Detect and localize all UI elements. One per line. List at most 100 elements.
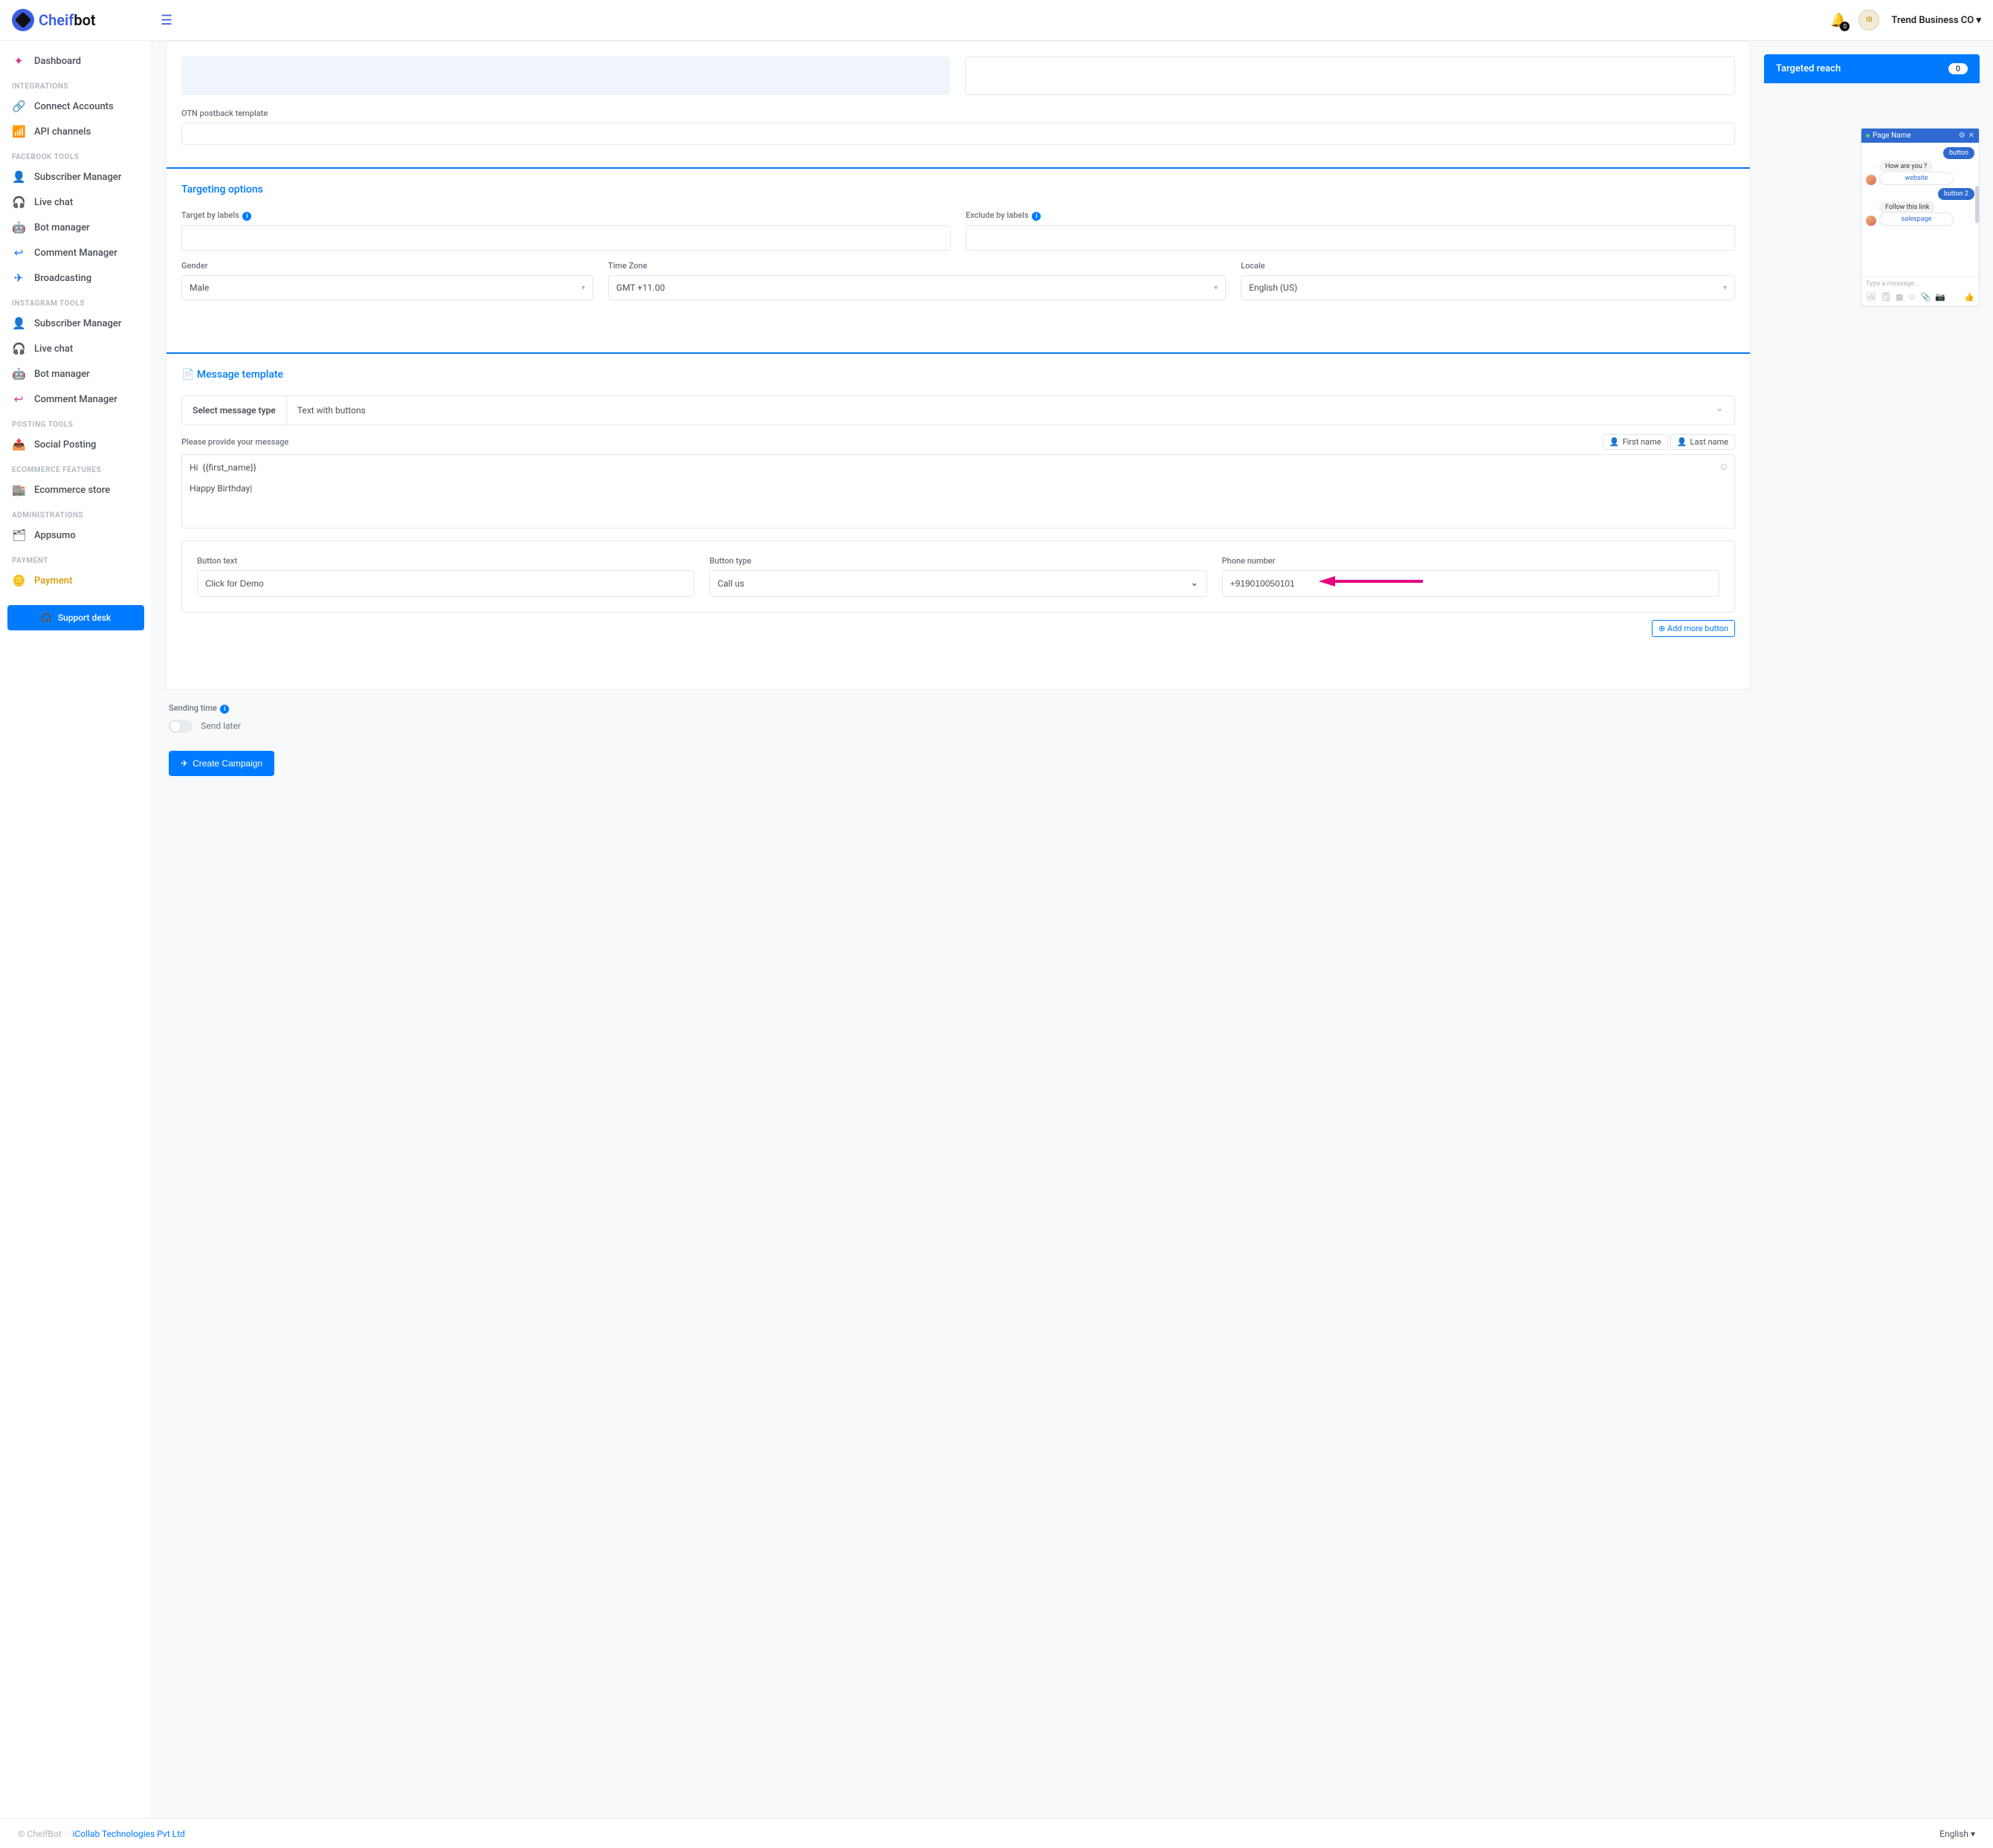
sidebar-item-label: Payment xyxy=(34,575,72,587)
sidebar-item-dashboard[interactable]: ✦Dashboard xyxy=(0,48,152,74)
sidebar-item-ig-comment[interactable]: ↩Comment Manager xyxy=(0,387,152,412)
sticker-icon[interactable]: 🗒 xyxy=(1881,292,1891,302)
attachment-icon[interactable]: 📎 xyxy=(1921,292,1931,302)
sidebar-item-connect-accounts[interactable]: 🔗 Connect Accounts xyxy=(0,94,152,119)
locale-value: English (US) xyxy=(1249,282,1297,293)
share-icon: 📤 xyxy=(12,438,25,451)
timezone-value: GMT +11.00 xyxy=(616,282,665,293)
language-select[interactable]: English ▾ xyxy=(1939,1829,1975,1839)
exclude-labels-input[interactable] xyxy=(966,225,1735,251)
message-textarea[interactable]: Hi {{first_name}} Happy Birthday| xyxy=(181,454,1735,529)
sidebar-item-fb-comment[interactable]: ↩Comment Manager xyxy=(0,240,152,265)
otn-postback-input[interactable] xyxy=(181,123,1735,145)
logo[interactable]: Cheifbot xyxy=(12,9,153,31)
phone-number-input[interactable] xyxy=(1222,570,1719,597)
target-labels-input[interactable] xyxy=(181,225,951,251)
online-dot-icon xyxy=(1866,134,1870,138)
robot-icon: 🤖 xyxy=(12,221,25,234)
user-icon: 👤 xyxy=(12,170,25,184)
send-later-toggle[interactable] xyxy=(169,720,193,733)
create-campaign-button[interactable]: ✈Create Campaign xyxy=(169,751,274,776)
timezone-label: Time Zone xyxy=(608,261,1226,271)
locale-select[interactable]: English (US) xyxy=(1241,275,1735,300)
like-icon[interactable]: 👍 xyxy=(1964,292,1974,302)
chat-input[interactable]: Type a message... xyxy=(1861,277,1979,291)
sidebar-item-fb-broadcast[interactable]: ✈Broadcasting xyxy=(0,265,152,291)
input-placeholder-2[interactable] xyxy=(965,56,1735,95)
chat-btn-website[interactable]: website xyxy=(1879,172,1954,185)
provide-message-label: Please provide your message xyxy=(181,437,288,447)
button-type-label: Button type xyxy=(709,556,1207,566)
headset-icon: 🎧 xyxy=(41,613,52,623)
sidebar-item-label: Live chat xyxy=(34,197,73,208)
chat-msg-button2: button 2 xyxy=(1938,188,1974,200)
sidebar-item-fb-livechat[interactable]: 🎧 Live chat xyxy=(0,190,152,215)
sidebar-item-ig-subscriber[interactable]: 👤 Subscriber Manager xyxy=(0,311,152,336)
notification-count: 0 xyxy=(1840,22,1850,31)
sidebar-item-ig-bot[interactable]: 🤖Bot manager xyxy=(0,361,152,387)
gear-icon[interactable]: ⚙ xyxy=(1959,132,1965,140)
phone-label: Phone number xyxy=(1222,556,1719,566)
org-name-label: Trend Business CO xyxy=(1891,15,1974,26)
sidebar-item-social-posting[interactable]: 📤Social Posting xyxy=(0,432,152,457)
support-desk-button[interactable]: 🎧Support desk xyxy=(7,605,144,630)
info-icon[interactable]: i xyxy=(1032,212,1041,221)
sidebar-section-payment: PAYMENT xyxy=(0,548,152,568)
sidebar-item-label: Ecommerce store xyxy=(34,485,110,496)
last-name-tag-button[interactable]: 👤Last name xyxy=(1670,434,1735,450)
headset-icon: 🎧 xyxy=(12,196,25,209)
sidebar-item-label: Connect Accounts xyxy=(34,101,114,112)
sidebar-item-label: API channels xyxy=(34,126,91,138)
emoji-icon[interactable]: ☺ xyxy=(1908,292,1916,302)
close-icon[interactable]: ✕ xyxy=(1968,132,1974,140)
message-type-value: Text with buttons xyxy=(297,405,366,416)
chat-btn-salespage[interactable]: salespage xyxy=(1879,213,1954,226)
sidebar-item-payment[interactable]: 🪙Payment xyxy=(0,568,152,593)
button-text-input[interactable] xyxy=(197,570,694,597)
sidebar-item-appsumo[interactable]: 🗂 Appsumo xyxy=(0,523,152,548)
send-icon: ✈ xyxy=(181,758,188,769)
targeting-options-title: Targeting options xyxy=(181,184,1735,196)
message-type-label: Select message type xyxy=(182,396,287,424)
sidebar-item-ecommerce-store[interactable]: 🏬Ecommerce store xyxy=(0,477,152,503)
sidebar-item-label: Live chat xyxy=(34,343,73,355)
sidebar-item-label: Subscriber Manager xyxy=(34,318,121,329)
otn-label: OTN postback template xyxy=(181,109,1735,118)
sidebar-item-label: Bot manager xyxy=(34,222,90,233)
image-icon[interactable]: 🖼 xyxy=(1866,292,1876,302)
menu-toggle-icon[interactable]: ☰ xyxy=(161,13,172,28)
button-config-card: Button text Button type Call us Phone nu… xyxy=(181,540,1735,613)
add-more-button[interactable]: Add more button xyxy=(1652,620,1735,637)
button-text-label: Button text xyxy=(197,556,694,566)
sidebar-section-posting: POSTING TOOLS xyxy=(0,412,152,432)
targeted-reach-label: Targeted reach xyxy=(1776,63,1841,74)
org-dropdown[interactable]: Trend Business CO ▾ xyxy=(1891,15,1981,26)
emoji-picker-icon[interactable]: ☺ xyxy=(1719,460,1729,473)
message-type-select[interactable]: Select message type Text with buttons xyxy=(181,395,1735,425)
sidebar-item-fb-subscriber[interactable]: 👤Subscriber Manager xyxy=(0,164,152,190)
camera-icon[interactable]: 📷 xyxy=(1935,292,1945,302)
input-placeholder-1[interactable] xyxy=(181,56,950,95)
sidebar-item-fb-bot[interactable]: 🤖 Bot manager xyxy=(0,215,152,240)
user-icon: 👤 xyxy=(12,317,25,330)
gender-value: Male xyxy=(190,282,209,293)
link-icon: 🔗 xyxy=(12,100,25,113)
button-type-select[interactable]: Call us xyxy=(709,570,1207,597)
sidebar-item-api-channels[interactable]: 📶API channels xyxy=(0,119,152,144)
avatar-icon xyxy=(1866,175,1876,185)
timezone-select[interactable]: GMT +11.00 xyxy=(608,275,1226,300)
gender-select[interactable]: Male xyxy=(181,275,593,300)
info-icon[interactable]: i xyxy=(220,705,229,714)
first-name-tag-button[interactable]: 👤First name xyxy=(1603,434,1668,450)
info-icon[interactable]: i xyxy=(242,212,251,221)
scrollbar[interactable] xyxy=(1975,186,1979,223)
gif-icon[interactable]: ▦ xyxy=(1896,292,1903,302)
org-avatar-icon[interactable]: tB xyxy=(1858,10,1879,30)
footer-company-link[interactable]: iCollab Technologies Pvt Ltd xyxy=(73,1829,185,1839)
card-icon: 🗂 xyxy=(12,529,25,542)
notification-bell-icon[interactable]: 🔔0 xyxy=(1830,13,1847,28)
sidebar-item-ig-livechat[interactable]: 🎧Live chat xyxy=(0,336,152,361)
sidebar-item-label: Comment Manager xyxy=(34,394,117,405)
sidebar-item-label: Dashboard xyxy=(34,56,81,67)
sidebar-item-label: Appsumo xyxy=(34,530,76,541)
